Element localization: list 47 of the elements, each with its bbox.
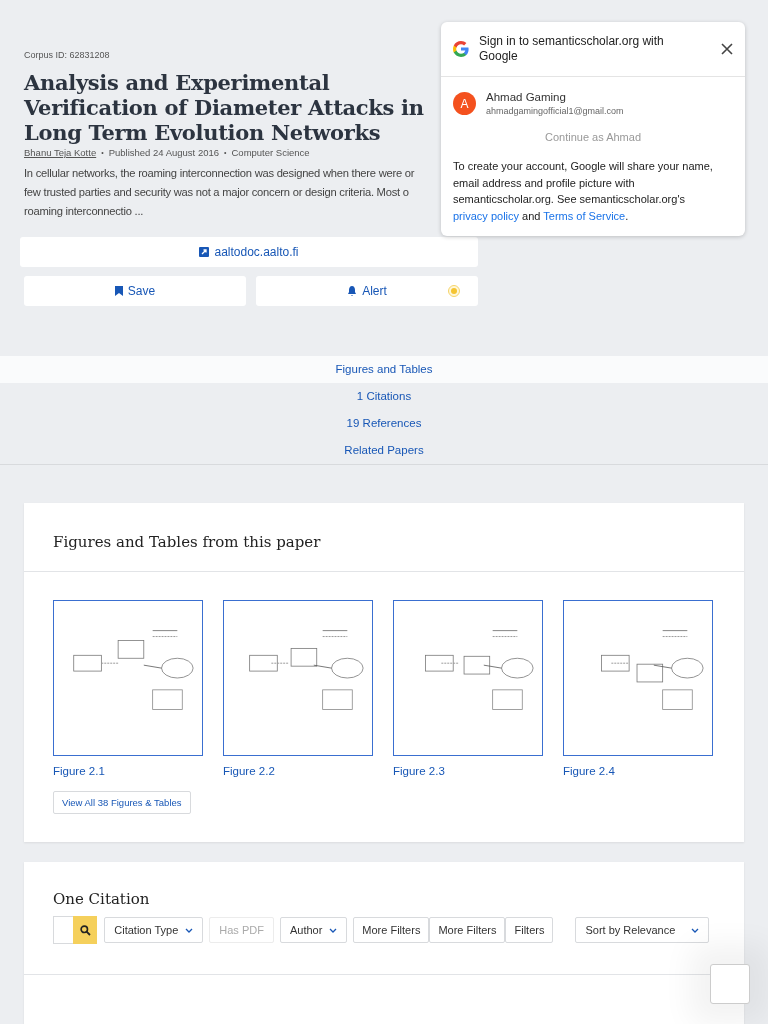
abstract-line: few trusted parties and security was not a major concern or design criteria. Most o	[24, 185, 409, 200]
paper-title: Analysis and Experimental Verification of Diameter Attacks in Long Term Evolution Networks	[24, 70, 425, 145]
search-field[interactable]	[53, 916, 73, 944]
corpus-id: Corpus ID: 62831208	[24, 50, 110, 60]
publish-date: Published 24 August 2016	[108, 147, 220, 158]
figure-caption[interactable]: Figure 2.3	[393, 765, 543, 777]
alert-button[interactable]: Alert	[256, 276, 478, 306]
section-nav-link[interactable]: Related Papers	[0, 437, 768, 464]
account-avatar: A	[453, 92, 476, 115]
filter-button[interactable]: More Filters	[429, 917, 506, 943]
popup-title: Sign in to semanticscholar.org with Google	[479, 34, 665, 64]
filter-dropdown[interactable]: Citation Type	[104, 917, 204, 943]
privacy-policy-link[interactable]: privacy policy	[453, 209, 520, 222]
section-nav-link[interactable]: 1 Citations	[0, 383, 768, 410]
close-icon[interactable]	[721, 43, 733, 55]
figure-caption[interactable]: Figure 2.1	[53, 765, 203, 777]
account-name: Ahmad Gaming	[486, 91, 567, 103]
section-title: One Citation	[52, 889, 151, 910]
bell-icon	[347, 286, 358, 296]
status-indicator-icon	[448, 285, 460, 297]
section-nav-link[interactable]: Figures and Tables	[0, 356, 768, 383]
search-icon	[79, 924, 91, 936]
bookmark-icon	[114, 286, 123, 296]
author-link[interactable]: Bhanu Teja Kotte	[24, 147, 97, 158]
google-logo-icon	[453, 41, 469, 57]
terms-link[interactable]: Terms of Service	[543, 209, 626, 222]
chevron-down-icon	[185, 927, 194, 933]
source-link-button[interactable]: aaltodoc.aalto.fi	[20, 237, 478, 267]
filter-dropdown[interactable]: Author	[279, 917, 348, 943]
consent-notice: To create your account, Google will share your name, email address and profile picture with semanticscholar.org. See semanticscholar.org's privacy policy and Terms of Service.	[453, 159, 714, 224]
abstract-line: In cellular networks, the roaming interconnection was designed when there were or	[24, 166, 415, 181]
field-of-study: Computer Science	[231, 147, 310, 158]
abstract-line: roaming interconnectio ...	[24, 204, 144, 219]
figure-caption[interactable]: Figure 2.2	[223, 765, 373, 777]
save-button[interactable]: Save	[24, 276, 246, 306]
filter-button[interactable]: Filters	[505, 917, 554, 943]
account-email: ahmadgamingofficial1@gmail.com	[486, 106, 624, 116]
sort-dropdown[interactable]: Sort by Relevance	[575, 917, 709, 943]
view-all-button[interactable]: View All 38 Figures & Tables	[53, 791, 191, 814]
figure-caption[interactable]: Figure 2.4	[563, 765, 713, 777]
filter-button[interactable]: More Filters	[353, 917, 430, 943]
chevron-down-icon	[691, 927, 699, 933]
section-nav-link[interactable]: 19 References	[0, 410, 768, 437]
chevron-down-icon	[329, 927, 338, 933]
external-link-icon	[199, 247, 210, 257]
search-button[interactable]	[73, 916, 98, 944]
section-title: Figures and Tables from this paper	[24, 503, 744, 572]
